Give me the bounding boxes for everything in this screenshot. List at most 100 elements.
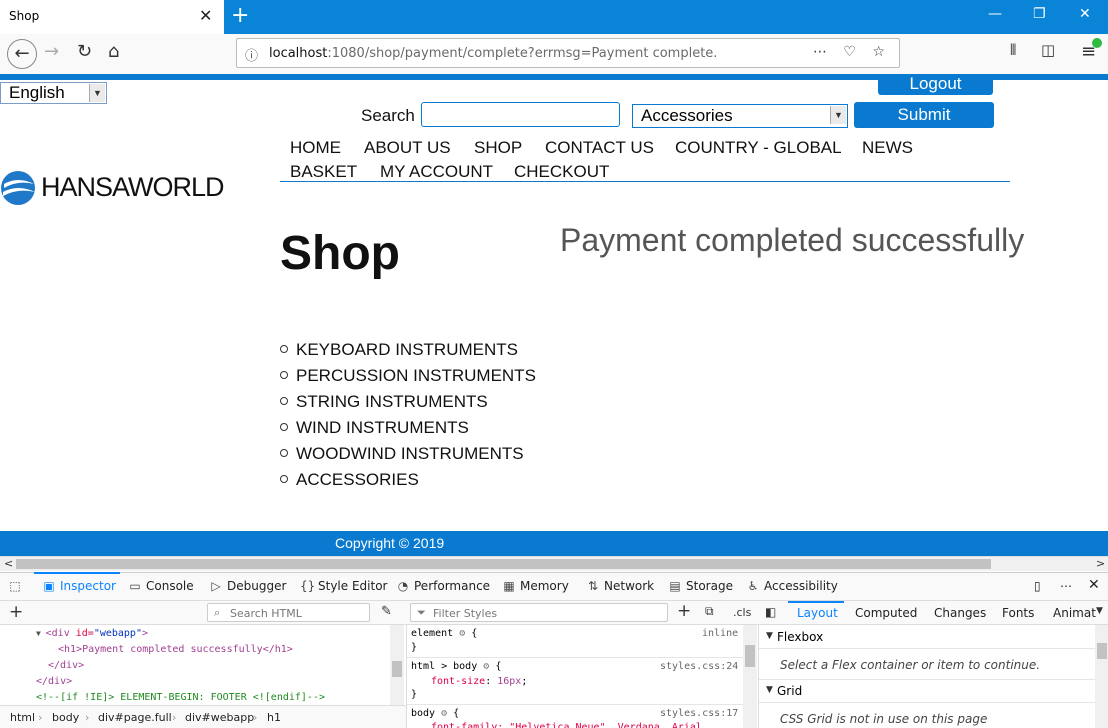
minimize-icon[interactable]: —	[988, 6, 1002, 22]
list-item[interactable]: KEYBOARD INSTRUMENTS	[280, 340, 518, 360]
menu-basket[interactable]: BASKET	[290, 162, 357, 182]
reload-icon[interactable]: ↻	[77, 41, 92, 62]
rule-selector[interactable]: html > body ⚙ {	[411, 661, 501, 672]
logout-button[interactable]: Logout	[878, 74, 993, 95]
dock-icon[interactable]: ▯	[1034, 579, 1041, 593]
close-devtools-icon[interactable]: ✕	[1088, 577, 1100, 593]
menu-shop[interactable]: SHOP	[474, 138, 522, 158]
tab-inspector[interactable]: ▣ Inspector	[42, 579, 116, 593]
rule-selector[interactable]: element ⚙ {	[411, 628, 477, 639]
markup-view[interactable]: ▼ <div id="webapp"> <h1>Payment complete…	[0, 625, 406, 705]
hansaworld-logo-icon[interactable]	[0, 170, 40, 210]
markup-line[interactable]: </div>	[36, 676, 72, 687]
list-item[interactable]: STRING INSTRUMENTS	[280, 392, 488, 412]
gear-icon[interactable]: ⚙	[441, 708, 447, 719]
tab-memory[interactable]: ▦ Memory	[502, 579, 568, 593]
chevron-down-icon[interactable]: ▼	[766, 631, 773, 641]
library-icon[interactable]: ⫴	[1010, 41, 1016, 59]
more-options-icon[interactable]: ⋯	[1060, 579, 1072, 593]
eyedropper-icon[interactable]: ✎	[381, 604, 392, 619]
rule-declaration[interactable]: font-family: "Helvetica Neue", Verdana, …	[431, 722, 702, 728]
breadcrumb-page[interactable]: div#page.full	[98, 711, 172, 724]
close-window-icon[interactable]: ✕	[1079, 6, 1091, 22]
tab-network[interactable]: ⇅ Network	[586, 579, 654, 593]
rule-source[interactable]: inline	[702, 628, 738, 639]
gear-icon[interactable]: ⚙	[459, 628, 465, 639]
tab-fonts[interactable]: Fonts	[1002, 606, 1034, 620]
category-select[interactable]: Accessories ▼	[632, 104, 848, 128]
page-actions-icon[interactable]: ⋯ ♡ ☆	[813, 44, 891, 60]
tab-animations[interactable]: Animat	[1053, 606, 1096, 620]
breadcrumb-h1[interactable]: h1	[267, 711, 281, 724]
tab-performance[interactable]: ◔ Performance	[396, 579, 490, 593]
chevron-down-icon[interactable]: ▼	[766, 685, 773, 695]
search-input[interactable]	[421, 102, 620, 127]
tab-shop[interactable]: Shop ✕	[0, 0, 224, 34]
markup-line[interactable]: ▼ <div id="webapp">	[36, 628, 148, 639]
language-select[interactable]: English ▼	[0, 82, 107, 104]
rule-source[interactable]: styles.css:17	[660, 708, 738, 719]
chevron-down-icon[interactable]: ▼	[1096, 606, 1103, 616]
expand-arrow-icon[interactable]: ▼	[36, 629, 46, 638]
list-item[interactable]: ACCESSORIES	[280, 470, 419, 490]
scrollbar-thumb[interactable]	[1097, 643, 1107, 659]
menu-country[interactable]: COUNTRY - GLOBAL	[675, 138, 842, 158]
rule-declaration[interactable]: font-size: 16px;	[431, 676, 527, 687]
tab-storage[interactable]: ▤ Storage	[668, 579, 733, 593]
tab-style-editor[interactable]: {} Style Editor	[300, 579, 387, 593]
breadcrumb-body[interactable]: body	[52, 711, 79, 724]
rules-view[interactable]: element ⚙ { inline } html > body ⚙ { sty…	[406, 625, 758, 728]
scrollbar-thumb[interactable]	[392, 661, 402, 677]
new-tab-icon[interactable]: +	[231, 3, 249, 29]
grid-title[interactable]: Grid	[777, 684, 802, 698]
scroll-left-icon[interactable]: <	[4, 557, 13, 570]
tab-layout[interactable]: Layout	[797, 606, 838, 620]
cls-toggle[interactable]: .cls	[733, 606, 751, 619]
markup-line[interactable]: </div>	[48, 660, 84, 671]
layout-scrollbar[interactable]	[1095, 625, 1108, 728]
rule-selector[interactable]: body ⚙ {	[411, 708, 459, 719]
menu-my-account[interactable]: MY ACCOUNT	[380, 162, 493, 182]
add-node-icon[interactable]: +	[9, 602, 23, 622]
close-tab-icon[interactable]: ✕	[199, 6, 212, 25]
restore-icon[interactable]: ❐	[1033, 6, 1046, 22]
url-text[interactable]: localhost:1080/shop/payment/complete?err…	[269, 46, 717, 61]
scroll-right-icon[interactable]: >	[1096, 557, 1105, 570]
markup-line[interactable]: <h1>Payment completed successfully</h1>	[58, 644, 293, 655]
element-picker-icon[interactable]: ⬚	[8, 579, 26, 593]
markup-comment[interactable]: <!--[if !IE]> ELEMENT-BEGIN: FOOTER <![e…	[36, 692, 325, 703]
breadcrumb-html[interactable]: html	[10, 711, 35, 724]
rules-scrollbar[interactable]	[743, 625, 757, 728]
list-item[interactable]: WOODWIND INSTRUMENTS	[280, 444, 524, 464]
menu-about-us[interactable]: ABOUT US	[364, 138, 451, 158]
url-bar[interactable]: ⓘ localhost:1080/shop/payment/complete?e…	[236, 38, 900, 68]
grid-header[interactable]	[759, 679, 1095, 703]
tab-console[interactable]: ▭ Console	[128, 579, 193, 593]
menu-home[interactable]: HOME	[290, 138, 341, 158]
markup-scrollbar[interactable]	[390, 625, 404, 705]
tab-debugger[interactable]: ▷ Debugger	[209, 579, 286, 593]
toggle-pseudo-icon[interactable]: ⧉	[705, 604, 714, 619]
sidebar-icon[interactable]: ◫	[1041, 41, 1055, 59]
breadcrumb-webapp[interactable]: div#webapp	[185, 711, 254, 724]
list-item[interactable]: PERCUSSION INSTRUMENTS	[280, 366, 536, 386]
menu-contact-us[interactable]: CONTACT US	[545, 138, 654, 158]
filter-styles-input[interactable]: ⏷ Filter Styles	[410, 603, 668, 622]
site-info-icon[interactable]: ⓘ	[245, 45, 258, 64]
scrollbar-thumb[interactable]	[16, 559, 991, 569]
submit-button[interactable]: Submit	[854, 102, 994, 128]
back-icon[interactable]: ←	[7, 39, 37, 69]
flexbox-title[interactable]: Flexbox	[777, 630, 823, 644]
menu-news[interactable]: NEWS	[862, 138, 913, 158]
tab-computed[interactable]: Computed	[855, 606, 917, 620]
search-html-input[interactable]: ⌕ Search HTML	[207, 603, 370, 622]
tab-changes[interactable]: Changes	[934, 606, 986, 620]
home-icon[interactable]: ⌂	[108, 41, 119, 62]
rule-source[interactable]: styles.css:24	[660, 661, 738, 672]
sidebar-toggle-icon[interactable]: ◧	[765, 605, 776, 619]
tab-accessibility[interactable]: ♿ Accessibility	[746, 579, 838, 593]
menu-checkout[interactable]: CHECKOUT	[514, 162, 609, 182]
scrollbar-thumb[interactable]	[745, 645, 755, 667]
list-item[interactable]: WIND INSTRUMENTS	[280, 418, 469, 438]
add-rule-icon[interactable]: +	[677, 601, 691, 621]
